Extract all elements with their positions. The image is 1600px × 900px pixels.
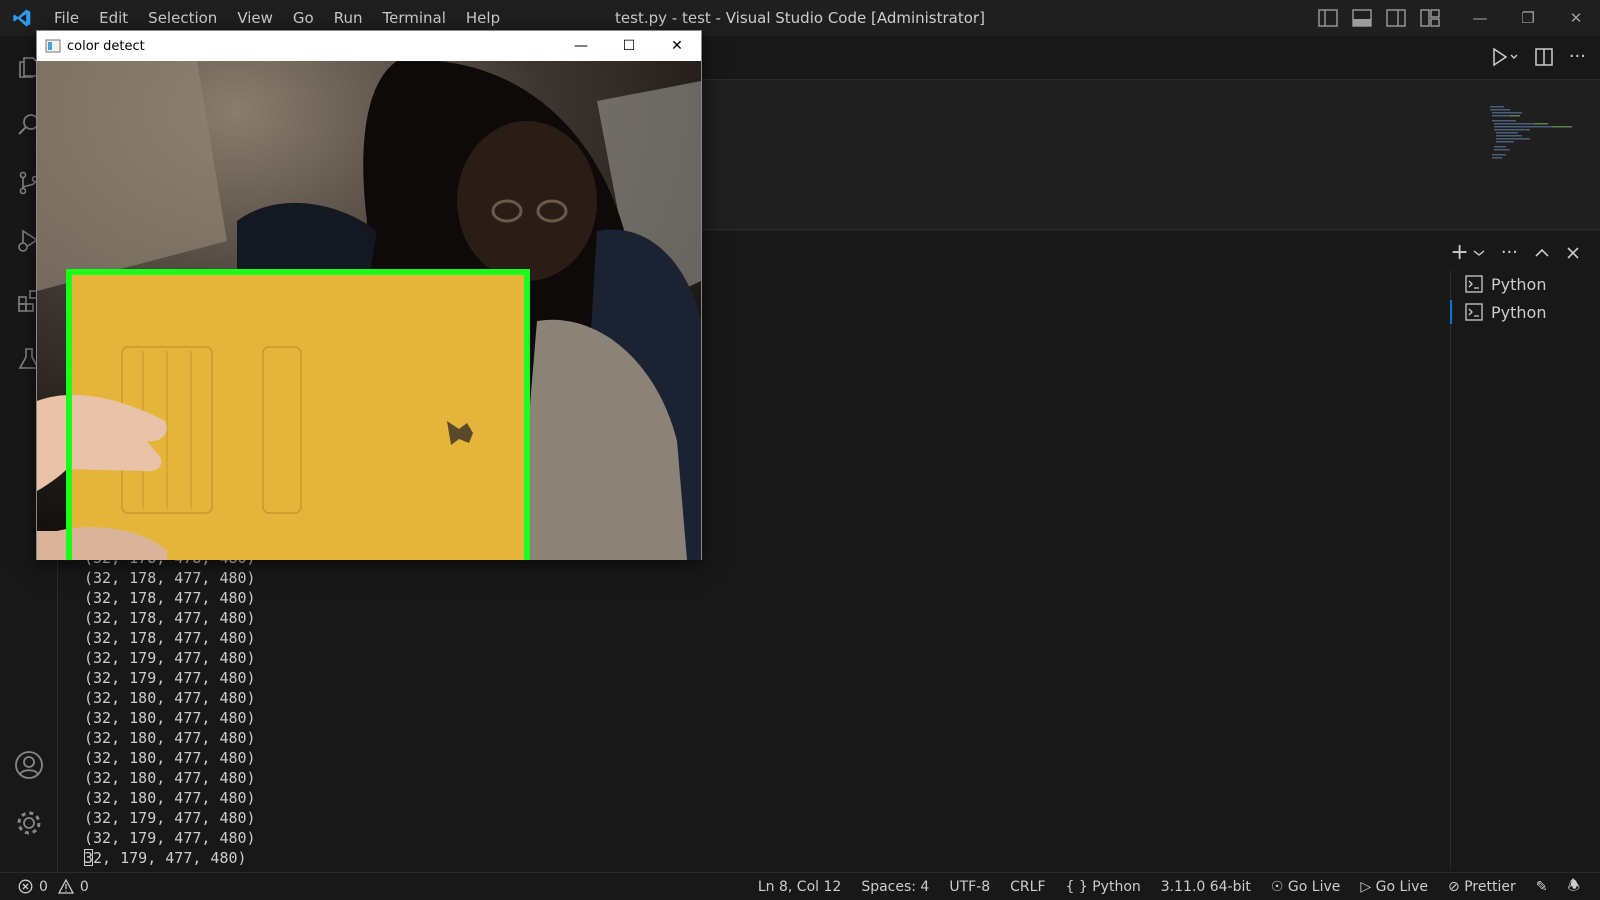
- play-circle-icon: ▷: [1360, 878, 1372, 895]
- terminal-line: (32, 178, 477, 480): [84, 569, 256, 587]
- window-controls: — ❐ ✕: [1456, 0, 1600, 36]
- terminal-line: (32, 180, 477, 480): [84, 749, 256, 767]
- account-icon[interactable]: [12, 748, 46, 782]
- restore-icon[interactable]: ❐: [1504, 0, 1552, 36]
- terminal-line: (32, 180, 477, 480): [84, 709, 256, 727]
- terminal-tab-label: Python: [1491, 274, 1547, 294]
- terminal-icon: [1465, 303, 1483, 321]
- chevron-down-icon[interactable]: [1473, 248, 1485, 258]
- terminal-tab-label: Python: [1491, 302, 1547, 322]
- bell-icon[interactable]: 🕭: [1567, 875, 1580, 899]
- terminal-output[interactable]: (32, 178, 478, 480) (32, 178, 477, 480) …: [84, 548, 256, 868]
- toggle-panel-icon[interactable]: [1352, 9, 1372, 27]
- split-editor-icon[interactable]: [1535, 47, 1553, 66]
- go-live-2[interactable]: ▷ Go Live: [1360, 879, 1428, 895]
- cv-window-controls: — ☐ ✕: [557, 31, 701, 61]
- python-interpreter[interactable]: 3.11.0 64-bit: [1161, 879, 1251, 895]
- go-live-label: Go Live: [1287, 878, 1341, 895]
- terminal-line: (32, 179, 477, 480): [84, 649, 256, 667]
- close-panel-icon[interactable]: [1566, 246, 1580, 260]
- maximize-panel-icon[interactable]: [1534, 247, 1550, 259]
- terminal-tab-python-1[interactable]: Python: [1451, 270, 1600, 298]
- add-terminal-icon[interactable]: +: [1450, 241, 1468, 263]
- terminal-tab-python-2[interactable]: Python: [1450, 298, 1600, 326]
- language-mode[interactable]: { } Python: [1066, 879, 1141, 895]
- cv-maximize-icon[interactable]: ☐: [605, 31, 653, 61]
- toggle-primary-sidebar-icon[interactable]: [1318, 9, 1338, 27]
- broadcast-icon: ☉: [1270, 878, 1284, 895]
- terminal-icon: [1465, 275, 1483, 293]
- cv-minimize-icon[interactable]: —: [557, 31, 605, 61]
- prohibited-icon: ⊘: [1448, 878, 1460, 895]
- problems-indicator[interactable]: 0 0: [18, 879, 89, 895]
- terminal-last-line: 32, 179, 477, 480): [84, 848, 256, 868]
- language-label: Python: [1092, 878, 1141, 895]
- toggle-secondary-sidebar-icon[interactable]: [1386, 9, 1406, 27]
- more-icon[interactable]: ···: [1569, 46, 1586, 67]
- warning-count: 0: [79, 878, 89, 895]
- terminal-last-line-text: 32, 179, 477, 480): [84, 849, 247, 867]
- indentation[interactable]: Spaces: 4: [861, 879, 929, 895]
- error-count: 0: [39, 878, 48, 895]
- terminal-line: (32, 180, 477, 480): [84, 769, 256, 787]
- error-icon: [18, 879, 33, 894]
- cv-window-title: color detect: [67, 38, 145, 54]
- terminal-line: (32, 179, 477, 480): [84, 809, 256, 827]
- go-live-label: Go Live: [1375, 878, 1429, 895]
- cursor-position[interactable]: Ln 8, Col 12: [758, 879, 841, 895]
- terminal-line: (32, 178, 477, 480): [84, 589, 256, 607]
- prettier-label: Prettier: [1464, 878, 1516, 895]
- settings-gear-icon[interactable]: [12, 806, 46, 840]
- minimap[interactable]: [1490, 106, 1580, 166]
- terminal-list: Python Python: [1450, 270, 1600, 870]
- terminal-line: (32, 178, 477, 480): [84, 629, 256, 647]
- panel-actions: + ···: [1450, 241, 1580, 263]
- status-bar-right: Ln 8, Col 12 Spaces: 4 UTF-8 CRLF { } Py…: [758, 875, 1580, 899]
- terminal-line: (32, 179, 477, 480): [84, 669, 256, 687]
- close-icon[interactable]: ✕: [1552, 0, 1600, 36]
- editor-actions: ···: [1491, 46, 1586, 67]
- end-of-line[interactable]: CRLF: [1010, 879, 1045, 895]
- warning-icon: [57, 879, 74, 894]
- prettier[interactable]: ⊘ Prettier: [1448, 879, 1516, 895]
- terminal-line: (32, 180, 477, 480): [84, 789, 256, 807]
- minimize-icon[interactable]: —: [1456, 0, 1504, 36]
- encoding[interactable]: UTF-8: [949, 879, 990, 895]
- terminal-line: (32, 180, 477, 480): [84, 689, 256, 707]
- cv-close-icon[interactable]: ✕: [653, 31, 701, 61]
- terminal-line: (32, 180, 477, 480): [84, 729, 256, 747]
- app-window-icon: [45, 39, 61, 53]
- terminal-line: (32, 179, 477, 480): [84, 829, 256, 847]
- run-icon[interactable]: [1491, 47, 1519, 67]
- feedback-icon[interactable]: ✎: [1536, 879, 1548, 895]
- more-icon[interactable]: ···: [1501, 242, 1518, 263]
- customize-layout-icon[interactable]: [1420, 9, 1440, 27]
- status-bar: 0 0 Ln 8, Col 12 Spaces: 4 UTF-8 CRLF { …: [0, 872, 1600, 900]
- go-live-1[interactable]: ☉ Go Live: [1271, 879, 1340, 895]
- color-detect-window[interactable]: color detect — ☐ ✕: [36, 30, 702, 560]
- braces-icon: { }: [1065, 878, 1088, 895]
- webcam-frame: [37, 61, 701, 560]
- layout-controls: [1318, 0, 1440, 36]
- terminal-line: (32, 178, 477, 480): [84, 609, 256, 627]
